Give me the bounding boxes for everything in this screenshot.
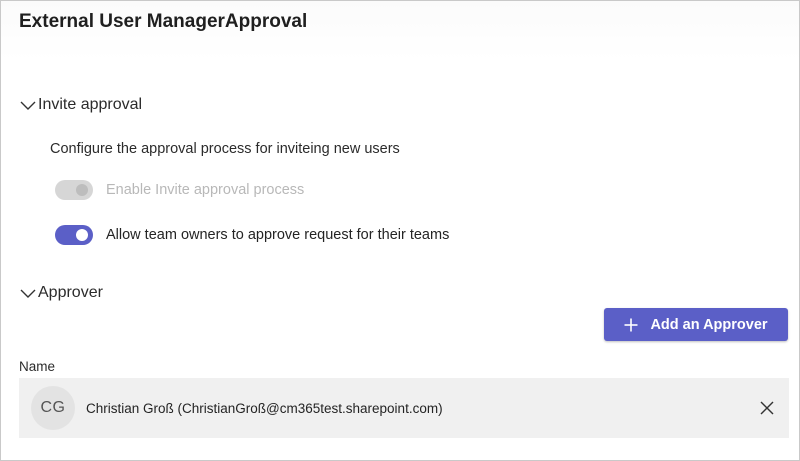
invite-approval-header: Invite approval bbox=[38, 96, 143, 113]
approver-header: Approver bbox=[38, 284, 103, 301]
name-column-header: Name bbox=[19, 359, 56, 374]
avatar: CG bbox=[31, 386, 75, 430]
close-icon bbox=[760, 401, 774, 415]
add-approver-label: Add an Approver bbox=[650, 316, 768, 333]
toggle-knob bbox=[76, 184, 88, 196]
page-title: External User ManagerApproval bbox=[19, 11, 308, 32]
list-item: CG Christian Groß (ChristianGroß@cm365te… bbox=[19, 378, 789, 438]
enable-invite-approval-label: Enable Invite approval process bbox=[106, 182, 305, 198]
app-window: External User ManagerApproval Invite app… bbox=[0, 0, 800, 461]
approver-name: Christian Groß (ChristianGroß@cm365test.… bbox=[86, 400, 443, 416]
toggle-knob bbox=[76, 229, 88, 241]
allow-team-owners-toggle[interactable] bbox=[55, 225, 93, 245]
allow-team-owners-label: Allow team owners to approve request for… bbox=[106, 227, 450, 243]
chevron-down-icon bbox=[20, 101, 36, 110]
enable-invite-approval-row: Enable Invite approval process bbox=[55, 180, 304, 200]
invite-approval-section-toggle[interactable]: Invite approval bbox=[19, 96, 142, 114]
remove-approver-button[interactable] bbox=[757, 398, 777, 418]
plus-icon bbox=[624, 318, 638, 331]
allow-team-owners-row: Allow team owners to approve request for… bbox=[55, 225, 449, 245]
chevron-down-icon bbox=[20, 289, 36, 298]
enable-invite-approval-toggle[interactable] bbox=[55, 180, 93, 200]
invite-approval-description: Configure the approval process for invit… bbox=[50, 141, 400, 157]
approver-section-toggle[interactable]: Approver bbox=[19, 284, 103, 302]
add-approver-button[interactable]: Add an Approver bbox=[604, 308, 788, 341]
